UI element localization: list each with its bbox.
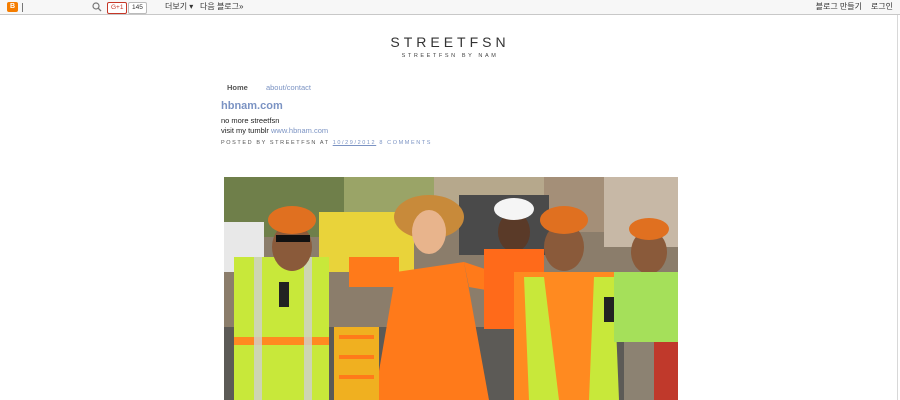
plus-one-count: 145 [128, 2, 147, 14]
blogger-logo-icon[interactable]: B [7, 2, 18, 12]
tumblr-link[interactable]: www.hbnam.com [271, 126, 328, 135]
post-body-line: visit my tumblr www.hbnam.com [221, 126, 328, 135]
post-photo[interactable] [224, 177, 678, 400]
page-tabs: Home about/contact [227, 83, 327, 92]
blogger-navbar: B G+1 145 더보기 ▾ 다음 블로그» 블로그 만들기 로그인 [0, 0, 900, 15]
google-plus-one-button[interactable]: G+1 [107, 2, 128, 14]
post-footer: POSTED BY STREETFSN AT 10/29/2012 8 COMM… [221, 140, 432, 146]
post-timestamp-link[interactable]: 10/29/2012 [333, 140, 377, 146]
search-icon [92, 2, 102, 12]
login-link[interactable]: 로그인 [871, 0, 893, 14]
more-menu[interactable]: 더보기 ▾ [165, 0, 193, 14]
blog-title[interactable]: STREETFSN [0, 34, 900, 50]
tab-home[interactable]: Home [227, 83, 248, 92]
next-blog-link[interactable]: 다음 블로그» [200, 0, 243, 14]
post-title-link[interactable]: hbnam.com [221, 100, 283, 112]
street-scene-image [224, 177, 678, 400]
tab-about-contact[interactable]: about/contact [266, 83, 311, 92]
create-blog-link[interactable]: 블로그 만들기 [816, 0, 862, 14]
comments-link[interactable]: 8 COMMENTS [379, 140, 432, 146]
page-edge-divider [897, 15, 898, 400]
search-button[interactable] [91, 1, 103, 13]
blog-description: STREETFSN BY NAM [401, 53, 499, 59]
post-body-line: no more streetfsn [221, 116, 280, 125]
post-author-label: POSTED BY STREETFSN AT [221, 140, 333, 146]
post-body-text: visit my tumblr [221, 126, 272, 135]
